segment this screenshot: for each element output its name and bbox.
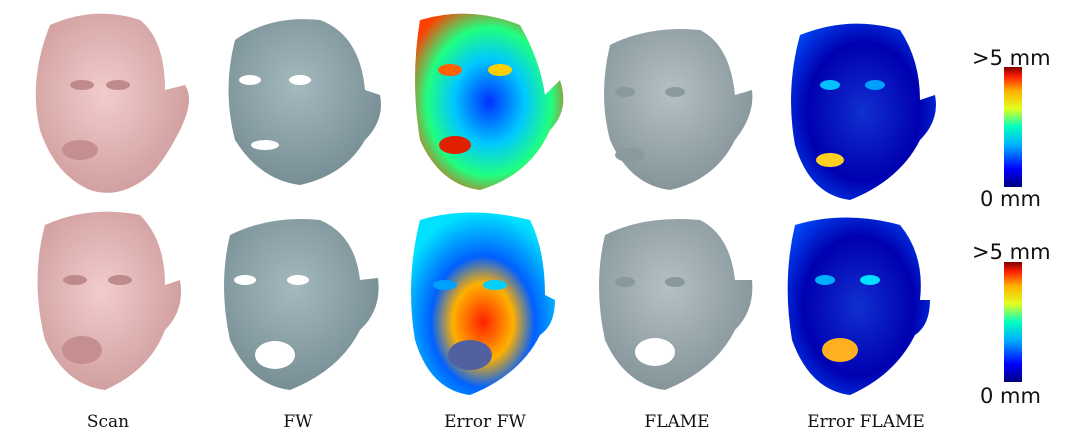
face-fw-row1 <box>228 19 381 185</box>
column-label-error-fw: Error FW <box>444 412 526 432</box>
colorbar-row2-max-label: >5 mm <box>972 240 1051 264</box>
face-flame-row1 <box>604 29 753 190</box>
column-label-error-flame: Error FLAME <box>807 412 925 432</box>
colorbar-row1-max-label: >5 mm <box>972 46 1051 70</box>
colorbar-row1 <box>1004 67 1022 187</box>
column-label-flame: FLAME <box>644 412 710 432</box>
face-scan-row2 <box>37 211 181 390</box>
face-error-fw-row1 <box>415 13 564 191</box>
column-label-fw: FW <box>283 412 313 432</box>
face-error-flame-row1 <box>791 23 936 201</box>
column-label-scan: Scan <box>86 412 130 432</box>
colorbar-row2-min-label: 0 mm <box>980 384 1041 408</box>
face-flame-row2 <box>599 219 753 390</box>
figure <box>35 13 1022 395</box>
face-error-fw-row2 <box>411 212 555 395</box>
colorbar-row1-min-label: 0 mm <box>980 187 1041 211</box>
face-error-flame-row2 <box>787 217 930 395</box>
colorbar-row2 <box>1004 262 1022 382</box>
face-fw-row2 <box>224 219 379 390</box>
face-scan-row1 <box>35 13 189 193</box>
